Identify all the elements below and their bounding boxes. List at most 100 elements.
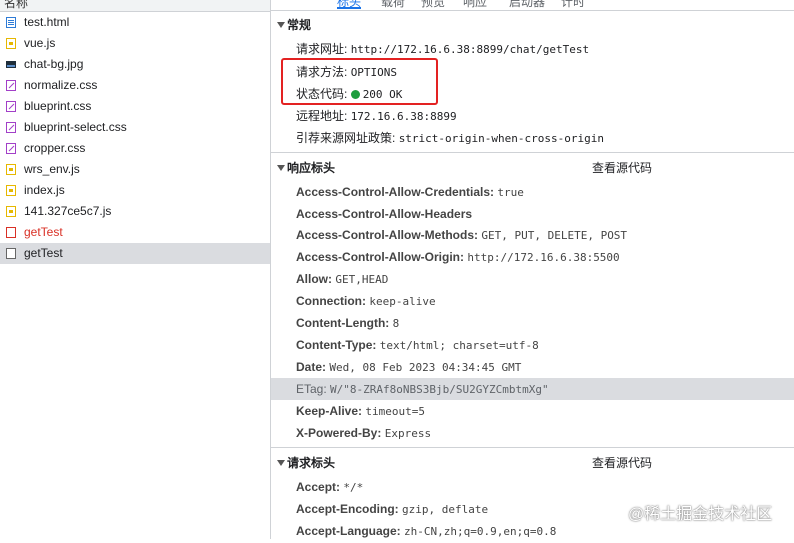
- request-item[interactable]: blueprint-select.css: [0, 117, 270, 138]
- image-file-icon: [6, 59, 16, 70]
- remote-address-value[interactable]: 172.16.6.38:8899: [351, 110, 457, 123]
- request-url-row: 请求网址: http://172.16.6.38:8899/chat/getTe…: [296, 39, 786, 59]
- response-header-row: Allow: GET,HEAD: [271, 268, 794, 290]
- request-headers-section-header[interactable]: 请求标头 查看源代码: [271, 452, 794, 474]
- request-item[interactable]: 141.327ce5c7.js: [0, 201, 270, 222]
- js-file-icon: [6, 206, 16, 217]
- header-value: true: [497, 186, 524, 199]
- response-headers-title: 响应标头: [287, 161, 336, 175]
- header-entry[interactable]: X-Powered-By: Express: [296, 422, 431, 445]
- remote-address-label: 远程地址:: [296, 109, 348, 123]
- referrer-policy-value[interactable]: strict-origin-when-cross-origin: [399, 132, 604, 145]
- request-item[interactable]: cropper.css: [0, 138, 270, 159]
- view-source-button[interactable]: 查看源代码: [592, 452, 652, 474]
- header-entry[interactable]: Allow: GET,HEAD: [296, 268, 388, 291]
- general-title: 常规: [287, 18, 312, 32]
- collapse-triangle-icon: [277, 165, 285, 171]
- header-entry[interactable]: ETag: W/"8-ZRAf8oNBS3Bjb/SU2GYZCmbtmXg": [296, 378, 549, 401]
- header-entry[interactable]: Keep-Alive: timeout=5: [296, 400, 425, 423]
- header-value: zh-CN,zh;q=0.9,en;q=0.8: [404, 525, 557, 538]
- header-entry[interactable]: Connection: keep-alive: [296, 290, 436, 313]
- request-url-value[interactable]: http://172.16.6.38:8899/chat/getTest: [351, 43, 589, 56]
- response-header-row: Access-Control-Allow-Methods: GET, PUT, …: [271, 224, 794, 246]
- header-value: timeout=5: [365, 405, 425, 418]
- section-divider: [271, 152, 794, 153]
- tab-headers[interactable]: 标头: [337, 0, 362, 10]
- header-name: Accept-Language:: [296, 524, 401, 538]
- response-header-row: Access-Control-Allow-Headers: [271, 203, 794, 225]
- header-value: Wed, 08 Feb 2023 04:34:45 GMT: [329, 361, 522, 374]
- section-divider: [271, 447, 794, 448]
- response-header-row: Content-Length: 8: [271, 312, 794, 334]
- request-item[interactable]: blueprint.css: [0, 96, 270, 117]
- request-headers-title: 请求标头: [287, 456, 336, 470]
- header-entry[interactable]: Content-Type: text/html; charset=utf-8: [296, 334, 539, 357]
- js-file-icon: [6, 164, 16, 175]
- header-value: gzip, deflate: [402, 503, 489, 516]
- header-name: Keep-Alive:: [296, 404, 363, 418]
- header-entry[interactable]: Accept-Language: zh-CN,zh;q=0.9,en;q=0.8: [296, 520, 556, 543]
- request-item[interactable]: chat-bg.jpg: [0, 54, 270, 75]
- request-header-row: Accept: */*: [271, 476, 794, 498]
- request-name: getTest: [24, 225, 63, 239]
- tab-payload[interactable]: 载荷: [381, 0, 405, 10]
- error-request-icon: [6, 227, 16, 238]
- header-entry[interactable]: Access-Control-Allow-Headers: [296, 203, 472, 226]
- header-name: Access-Control-Allow-Origin:: [296, 250, 465, 264]
- referrer-policy-label: 引荐来源网址政策:: [296, 131, 396, 145]
- request-item[interactable]: wrs_env.js: [0, 159, 270, 180]
- request-name: index.js: [24, 183, 65, 197]
- header-value: 8: [392, 317, 400, 330]
- header-entry[interactable]: Content-Length: 8: [296, 312, 399, 335]
- tab-timing[interactable]: 计时: [561, 0, 585, 10]
- response-header-row: Access-Control-Allow-Origin: http://172.…: [271, 246, 794, 268]
- header-value: http://172.16.6.38:5500: [467, 251, 620, 264]
- request-name: getTest: [24, 246, 63, 260]
- request-item-failed[interactable]: getTest: [0, 222, 270, 243]
- header-entry[interactable]: Access-Control-Allow-Credentials: true: [296, 181, 524, 204]
- response-header-row: Access-Control-Allow-Credentials: true: [271, 181, 794, 203]
- response-headers-section-header[interactable]: 响应标头 查看源代码: [271, 157, 794, 179]
- watermark: @稀土掘金技术社区: [628, 506, 773, 523]
- response-header-row: Connection: keep-alive: [271, 290, 794, 312]
- header-entry[interactable]: Accept: */*: [296, 476, 363, 499]
- header-name: Date:: [296, 360, 327, 374]
- header-value: text/html; charset=utf-8: [379, 339, 539, 352]
- header-entry[interactable]: Accept-Encoding: gzip, deflate: [296, 498, 488, 521]
- header-value: */*: [343, 481, 364, 494]
- header-entry[interactable]: Date: Wed, 08 Feb 2023 04:34:45 GMT: [296, 356, 521, 379]
- general-section-header[interactable]: 常规: [271, 14, 794, 36]
- tab-response[interactable]: 响应: [463, 0, 487, 10]
- header-value: GET,HEAD: [335, 273, 389, 286]
- header-name: Connection:: [296, 294, 366, 308]
- view-source-button[interactable]: 查看源代码: [592, 157, 652, 179]
- tab-initiator[interactable]: 启动器: [509, 0, 545, 10]
- referrer-policy-row: 引荐来源网址政策: strict-origin-when-cross-origi…: [296, 128, 786, 148]
- request-item[interactable]: test.html: [0, 12, 270, 33]
- header-name: Accept-Encoding:: [296, 502, 399, 516]
- css-file-icon: [6, 101, 16, 112]
- header-name: Accept:: [296, 480, 341, 494]
- header-value: GET, PUT, DELETE, POST: [481, 229, 628, 242]
- header-name: Access-Control-Allow-Headers: [296, 207, 473, 221]
- header-name: Access-Control-Allow-Methods:: [296, 228, 479, 242]
- tab-preview[interactable]: 预览: [421, 0, 445, 10]
- header-entry[interactable]: Access-Control-Allow-Methods: GET, PUT, …: [296, 224, 627, 247]
- name-column-header[interactable]: 名称: [0, 0, 270, 12]
- request-name: cropper.css: [24, 141, 86, 155]
- request-item[interactable]: index.js: [0, 180, 270, 201]
- header-value: W/"8-ZRAf8oNBS3Bjb/SU2GYZCmbtmXg": [330, 383, 549, 396]
- response-header-row: Keep-Alive: timeout=5: [271, 400, 794, 422]
- request-item-selected[interactable]: getTest: [0, 243, 270, 264]
- html-file-icon: [6, 17, 16, 28]
- collapse-triangle-icon: [277, 460, 285, 466]
- request-url-label: 请求网址:: [296, 42, 348, 56]
- response-header-row: X-Powered-By: Express: [271, 422, 794, 444]
- request-item[interactable]: normalize.css: [0, 75, 270, 96]
- request-name: normalize.css: [24, 78, 98, 92]
- response-header-row: Content-Type: text/html; charset=utf-8: [271, 334, 794, 356]
- remote-address-row: 远程地址: 172.16.6.38:8899: [296, 106, 786, 126]
- header-name: Allow:: [296, 272, 332, 286]
- header-entry[interactable]: Access-Control-Allow-Origin: http://172.…: [296, 246, 620, 269]
- request-item[interactable]: vue.js: [0, 33, 270, 54]
